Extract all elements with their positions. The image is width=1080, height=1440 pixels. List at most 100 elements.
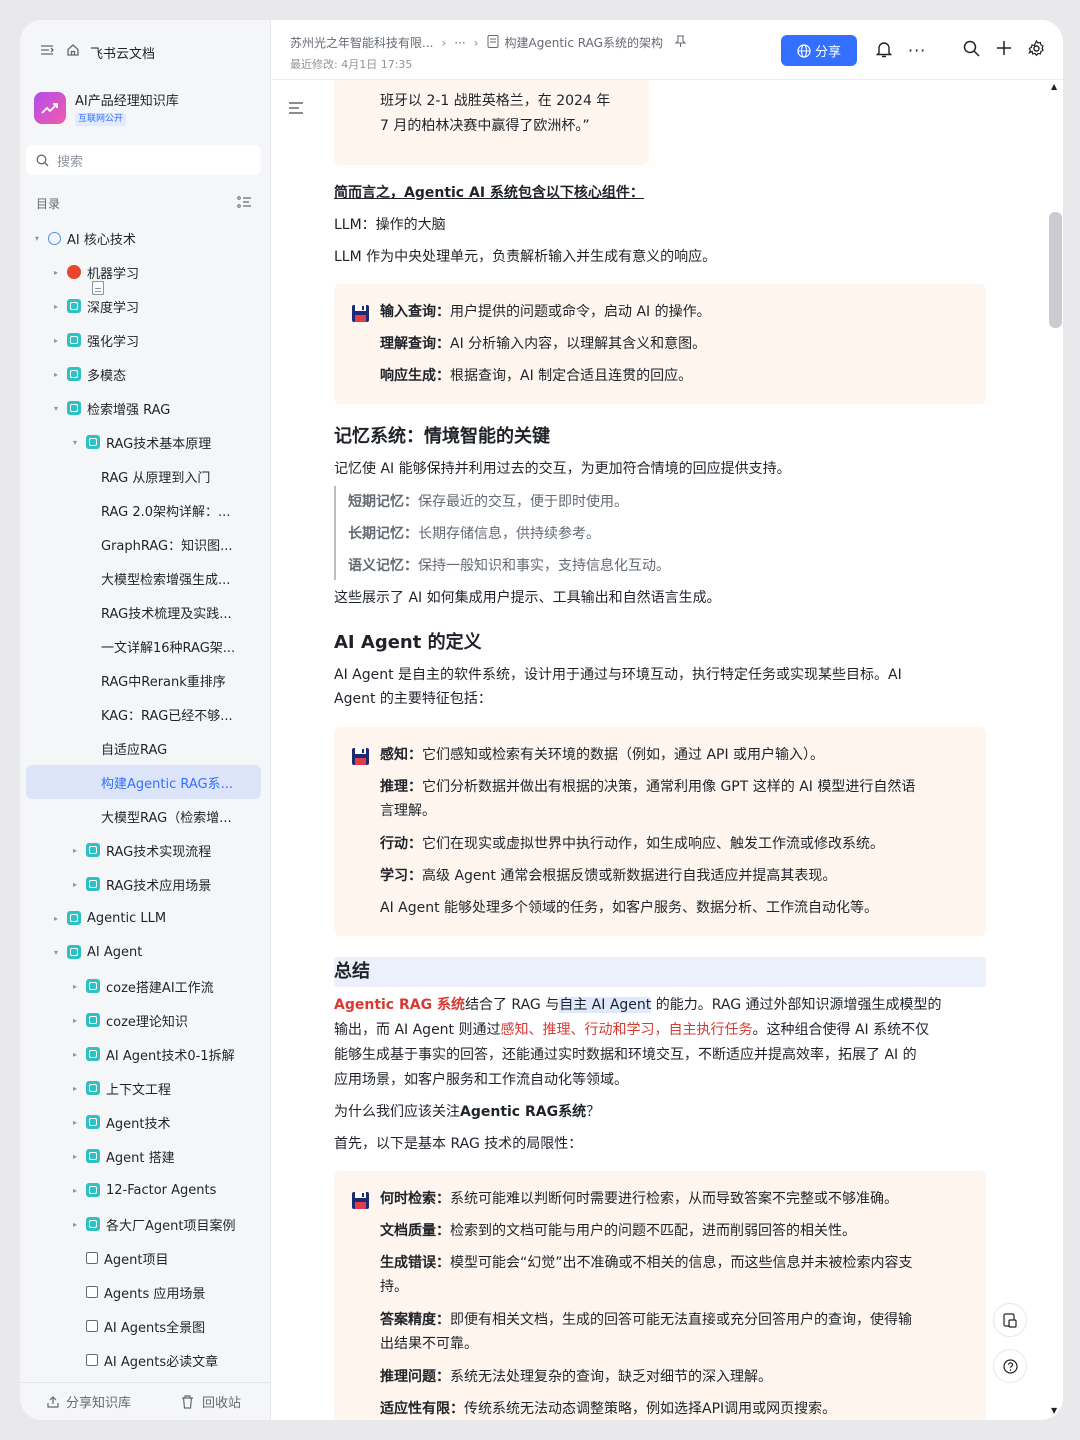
- sidebar-item[interactable]: ▾ RAG技术基本原理: [26, 425, 261, 459]
- sidebar-item[interactable]: RAG中Rerank重排序: [26, 281, 261, 697]
- chevron-right-icon[interactable]: ▸: [68, 1220, 82, 1229]
- chevron-down-icon[interactable]: ▾: [49, 404, 63, 413]
- share-knowledge-base-button[interactable]: 分享知识库: [46, 1392, 131, 1411]
- sidebar-item-label: 大模型检索增强生成...: [101, 572, 231, 588]
- breadcrumb-more[interactable]: ···: [454, 36, 465, 50]
- first-line: 首先，以下是基本 RAG 技术的局限性：: [334, 1136, 583, 1152]
- chevron-right-icon[interactable]: ▸: [68, 1186, 82, 1195]
- sidebar-item[interactable]: ▸ coze理论知识: [26, 1003, 261, 1037]
- precision-value: 即便有相关文档，生成的回答可能无法直接或充分回答用户的查询，使得输: [450, 1312, 912, 1328]
- chevron-right-icon[interactable]: ▸: [68, 880, 82, 889]
- llm-callout-line: 理解查询：AI 分析输入内容，以理解其含义和意图。: [380, 333, 706, 356]
- sidebar-item[interactable]: AI Agents必读文章: [26, 1343, 261, 1377]
- sidebar-item[interactable]: ▸ RAG技术应用场景: [26, 867, 261, 901]
- sidebar-item[interactable]: 大模型RAG（检索增...: [26, 281, 261, 833]
- sidebar-item-label: RAG 从原理到入门: [101, 470, 211, 486]
- chevron-right-icon[interactable]: ▸: [68, 1152, 82, 1161]
- sidebar-item[interactable]: ▸ coze搭建AI工作流: [26, 969, 261, 1003]
- sidebar-item[interactable]: ▸ 12-Factor Agents: [26, 1173, 261, 1207]
- summary-line-4: 应用场景，如客户服务和工作流自动化等领域。: [334, 1072, 628, 1088]
- summary-heading: 总结: [334, 961, 370, 982]
- chevron-right-icon[interactable]: ▸: [68, 1016, 82, 1025]
- share-button[interactable]: 分享: [781, 35, 857, 66]
- bell-icon[interactable]: [875, 40, 893, 60]
- help-icon: [1002, 1358, 1018, 1374]
- sidebar-item[interactable]: AI Agents全景图: [26, 1309, 261, 1343]
- sidebar-item[interactable]: ▸ 上下文工程: [26, 1071, 261, 1105]
- sidebar-item[interactable]: ▸ 机器学习: [26, 255, 261, 289]
- knowledge-base-logo: [34, 92, 66, 124]
- outline-icon[interactable]: [288, 100, 304, 119]
- chevron-right-icon[interactable]: ▸: [68, 1050, 82, 1059]
- copy-page-button[interactable]: [993, 1303, 1027, 1337]
- scroll-up-arrow[interactable]: ▲: [1051, 82, 1057, 91]
- sidebar-item[interactable]: KAG：RAG已经不够...: [26, 281, 261, 731]
- precision-value-2: 出结果不可靠。: [380, 1336, 478, 1352]
- chevron-right-icon[interactable]: ▸: [68, 982, 82, 991]
- llm-callout-line: 输入查询：用户提供的问题或命令，启动 AI 的操作。: [380, 301, 711, 324]
- pin-icon[interactable]: [674, 35, 687, 51]
- chevron-right-icon[interactable]: ▸: [49, 336, 63, 345]
- why-line: 为什么我们应该关注Agentic RAG系统？: [334, 1101, 986, 1124]
- chevron-right-icon[interactable]: ▸: [49, 302, 63, 311]
- sidebar-item[interactable]: ▸ Agentic LLM: [26, 901, 261, 935]
- chevron-right-icon[interactable]: ▸: [49, 268, 63, 277]
- search-input[interactable]: 搜索: [26, 145, 261, 175]
- chevron-right-icon[interactable]: ▸: [49, 914, 63, 923]
- settings-icon[interactable]: [1028, 39, 1045, 60]
- scrollbar-thumb[interactable]: [1049, 212, 1062, 328]
- sidebar-item[interactable]: ▾ AI 核心技术: [26, 221, 261, 255]
- chevron-right-icon[interactable]: ▸: [68, 1118, 82, 1127]
- sidebar-item[interactable]: RAG 从原理到入门: [26, 281, 261, 493]
- app-title[interactable]: 飞书云文档: [90, 43, 155, 62]
- cyan-icon: [86, 435, 100, 449]
- sidebar-item[interactable]: RAG技术梳理及实践...: [26, 281, 261, 629]
- callout-key: 理解查询：: [380, 336, 450, 352]
- last-modified: 最近修改: 4月1日 17:35: [290, 58, 413, 71]
- sidebar-item[interactable]: 大模型检索增强生成...: [26, 281, 261, 595]
- chevron-down-icon[interactable]: ▾: [68, 438, 82, 447]
- sidebar: 飞书云文档 AI产品经理知识库 互联网公开 搜索 目录 ▾ AI 核心技术 ▸ 机器学…: [20, 20, 271, 1420]
- sidebar-item[interactable]: GraphRAG：知识图...: [26, 281, 261, 561]
- adapt-value: 传统系统无法动态调整策略，例如选择API调用或网页搜索。: [464, 1401, 837, 1417]
- sidebar-item[interactable]: Agents 应用场景: [26, 1275, 261, 1309]
- help-button[interactable]: [993, 1349, 1027, 1383]
- chevron-right-icon[interactable]: ▸: [68, 1084, 82, 1093]
- more-icon[interactable]: ···: [908, 41, 926, 61]
- summary-agentic-rag: Agentic RAG 系统: [334, 997, 465, 1013]
- toc-list-icon[interactable]: [237, 195, 252, 212]
- cyan-icon: [67, 333, 81, 347]
- chevron-right-icon[interactable]: ▸: [49, 370, 63, 379]
- chevron-down-icon[interactable]: ▾: [30, 234, 44, 243]
- search-icon[interactable]: [963, 40, 980, 60]
- sidebar-item[interactable]: ▾ 检索增强 RAG: [26, 391, 261, 425]
- sidebar-item[interactable]: ▸ 各大厂Agent项目案例: [26, 1207, 261, 1241]
- collapse-sidebar-icon[interactable]: [40, 43, 54, 61]
- sidebar-item[interactable]: Agent项目: [26, 1241, 261, 1275]
- breadcrumb-org[interactable]: 苏州光之年智能科技有限...: [290, 34, 433, 51]
- summary-line-3: 能够生成基于事实的回答，还能通过实时数据和环境交互，不断适应并提高效率，拓展了 …: [334, 1047, 917, 1063]
- sidebar-item[interactable]: ▾ AI Agent: [26, 935, 261, 969]
- sidebar-item[interactable]: RAG 2.0架构详解：...: [26, 281, 261, 527]
- sidebar-item[interactable]: 构建Agentic RAG系...: [26, 281, 261, 799]
- home-icon[interactable]: [66, 43, 80, 61]
- sidebar-item[interactable]: 一文详解16种RAG架...: [26, 281, 261, 663]
- sidebar-item[interactable]: 自适应RAG: [26, 281, 261, 765]
- llm-desc: LLM 作为中央处理单元，负责解析输入并生成有意义的响应。: [334, 249, 717, 265]
- add-icon[interactable]: [996, 40, 1012, 60]
- scroll-down-arrow[interactable]: ▼: [1051, 1406, 1057, 1415]
- sidebar-item-label: 自适应RAG: [101, 742, 168, 758]
- knowledge-base-header[interactable]: AI产品经理知识库 互联网公开: [34, 90, 179, 126]
- sidebar-item[interactable]: ▸ 强化学习: [26, 323, 261, 357]
- breadcrumb-doc-title[interactable]: 构建Agentic RAG系统的架构: [505, 34, 663, 51]
- sidebar-item[interactable]: ▸ RAG技术实现流程: [26, 833, 261, 867]
- memory-after: 这些展示了 AI 如何集成用户提示、工具输出和自然语言生成。: [334, 590, 721, 606]
- sidebar-item[interactable]: ▸ Agent 搭建: [26, 1139, 261, 1173]
- sidebar-item[interactable]: ▸ Agent技术: [26, 1105, 261, 1139]
- chevron-right-icon[interactable]: ▸: [68, 846, 82, 855]
- sidebar-item[interactable]: ▸ 深度学习: [26, 289, 261, 323]
- chevron-down-icon[interactable]: ▾: [49, 948, 63, 957]
- trash-button[interactable]: 回收站: [181, 1392, 241, 1411]
- sidebar-item[interactable]: ▸ 多模态: [26, 357, 261, 391]
- sidebar-item[interactable]: ▸ AI Agent技术0-1拆解: [26, 1037, 261, 1071]
